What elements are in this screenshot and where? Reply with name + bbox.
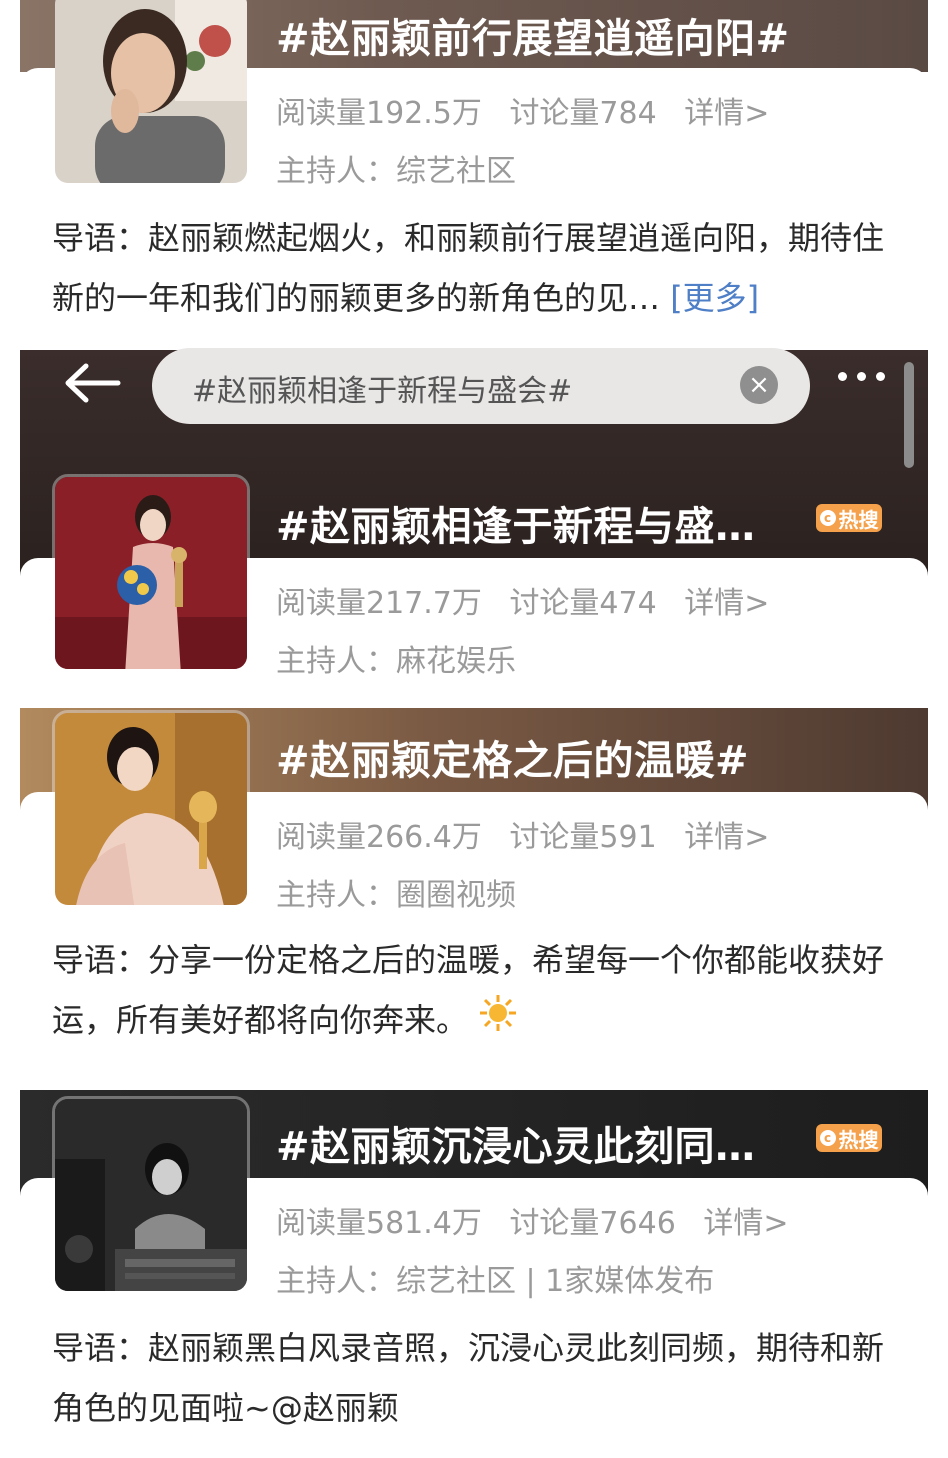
- topic-host: 主持人：综艺社区 | 1家媒体发布: [276, 1264, 715, 1299]
- topic-title[interactable]: #赵丽颖前行展望逍遥向阳#: [276, 6, 790, 64]
- topic-intro: 导语：分享一份定格之后的温暖，希望每一个你都能收获好运，所有美好都将向你奔来。: [52, 930, 902, 1052]
- search-bar[interactable]: #赵丽颖相逢于新程与盛会# ×: [152, 348, 810, 424]
- topic-thumbnail[interactable]: [52, 1096, 250, 1294]
- clear-x-icon[interactable]: ×: [740, 366, 778, 404]
- topic-card-1[interactable]: #赵丽颖前行展望逍遥向阳# 阅读量192.5万 讨论量784 详情> 主持人：综…: [20, 0, 928, 340]
- topic-title[interactable]: #赵丽颖定格之后的温暖#: [276, 728, 749, 786]
- topic-host: 主持人：麻花娱乐: [276, 644, 516, 679]
- search-input[interactable]: #赵丽颖相逢于新程与盛会#: [192, 366, 572, 410]
- intro-text: 导语：赵丽颖黑白风录音照，沉浸心灵此刻同频，期待和新角色的见面啦~@赵丽颖: [52, 1329, 885, 1427]
- hot-icon: c: [819, 1130, 836, 1146]
- topic-stats: 阅读量217.7万 讨论量474 详情>: [276, 578, 787, 622]
- topic-stats: 阅读量192.5万 讨论量784 详情>: [276, 88, 787, 132]
- sun-emoji-icon: [478, 992, 518, 1052]
- read-count: 阅读量217.7万: [276, 586, 482, 621]
- intro-text: 导语：赵丽颖燃起烟火，和丽颖前行展望逍遥向阳，期待住新的一年和我们的丽颖更多的新…: [52, 219, 885, 317]
- topic-intro: 导语：赵丽颖黑白风录音照，沉浸心灵此刻同频，期待和新角色的见面啦~@赵丽颖: [52, 1318, 902, 1438]
- details-link[interactable]: 详情>: [684, 96, 769, 131]
- hot-icon: c: [819, 510, 836, 526]
- discussion-count: 讨论量474: [509, 586, 657, 621]
- read-count: 阅读量581.4万: [276, 1206, 482, 1241]
- topic-stats: 阅读量581.4万 讨论量7646 详情>: [276, 1198, 806, 1242]
- topic-stats: 阅读量266.4万 讨论量591 详情>: [276, 812, 787, 856]
- details-link[interactable]: 详情>: [684, 820, 769, 855]
- read-count: 阅读量266.4万: [276, 820, 482, 855]
- topic-host: 主持人：综艺社区: [276, 154, 516, 189]
- topic-card-4[interactable]: #赵丽颖沉浸心灵此刻同… c 热搜 阅读量581.4万 讨论量7646 详情> 主…: [20, 1090, 928, 1458]
- discussion-count: 讨论量7646: [509, 1206, 676, 1241]
- topic-thumbnail[interactable]: [52, 710, 250, 908]
- details-link[interactable]: 详情>: [684, 586, 769, 621]
- more-link[interactable]: [更多]: [670, 279, 759, 317]
- read-count: 阅读量192.5万: [276, 96, 482, 131]
- topic-title[interactable]: #赵丽颖沉浸心灵此刻同…: [276, 1114, 756, 1172]
- topic-host: 主持人：圈圈视频: [276, 878, 516, 913]
- topic-intro: 导语：赵丽颖燃起烟火，和丽颖前行展望逍遥向阳，期待住新的一年和我们的丽颖更多的新…: [52, 208, 902, 328]
- more-dots-icon[interactable]: [838, 372, 898, 392]
- topic-title[interactable]: #赵丽颖相逢于新程与盛…: [276, 494, 756, 552]
- arrow-left-icon[interactable]: [60, 358, 124, 408]
- details-link[interactable]: 详情>: [703, 1206, 788, 1241]
- hot-search-badge: c 热搜: [816, 1124, 882, 1152]
- intro-text: 导语：分享一份定格之后的温暖，希望每一个你都能收获好运，所有美好都将向你奔来。: [52, 941, 885, 1039]
- discussion-count: 讨论量784: [509, 96, 657, 131]
- topic-thumbnail[interactable]: [52, 0, 250, 186]
- hot-search-badge: c 热搜: [816, 504, 882, 532]
- topic-card-3[interactable]: #赵丽颖定格之后的温暖# 阅读量266.4万 讨论量591 详情> 主持人：圈圈…: [20, 708, 928, 1068]
- topic-thumbnail[interactable]: [52, 474, 250, 672]
- scrollbar[interactable]: [904, 362, 914, 468]
- discussion-count: 讨论量591: [509, 820, 657, 855]
